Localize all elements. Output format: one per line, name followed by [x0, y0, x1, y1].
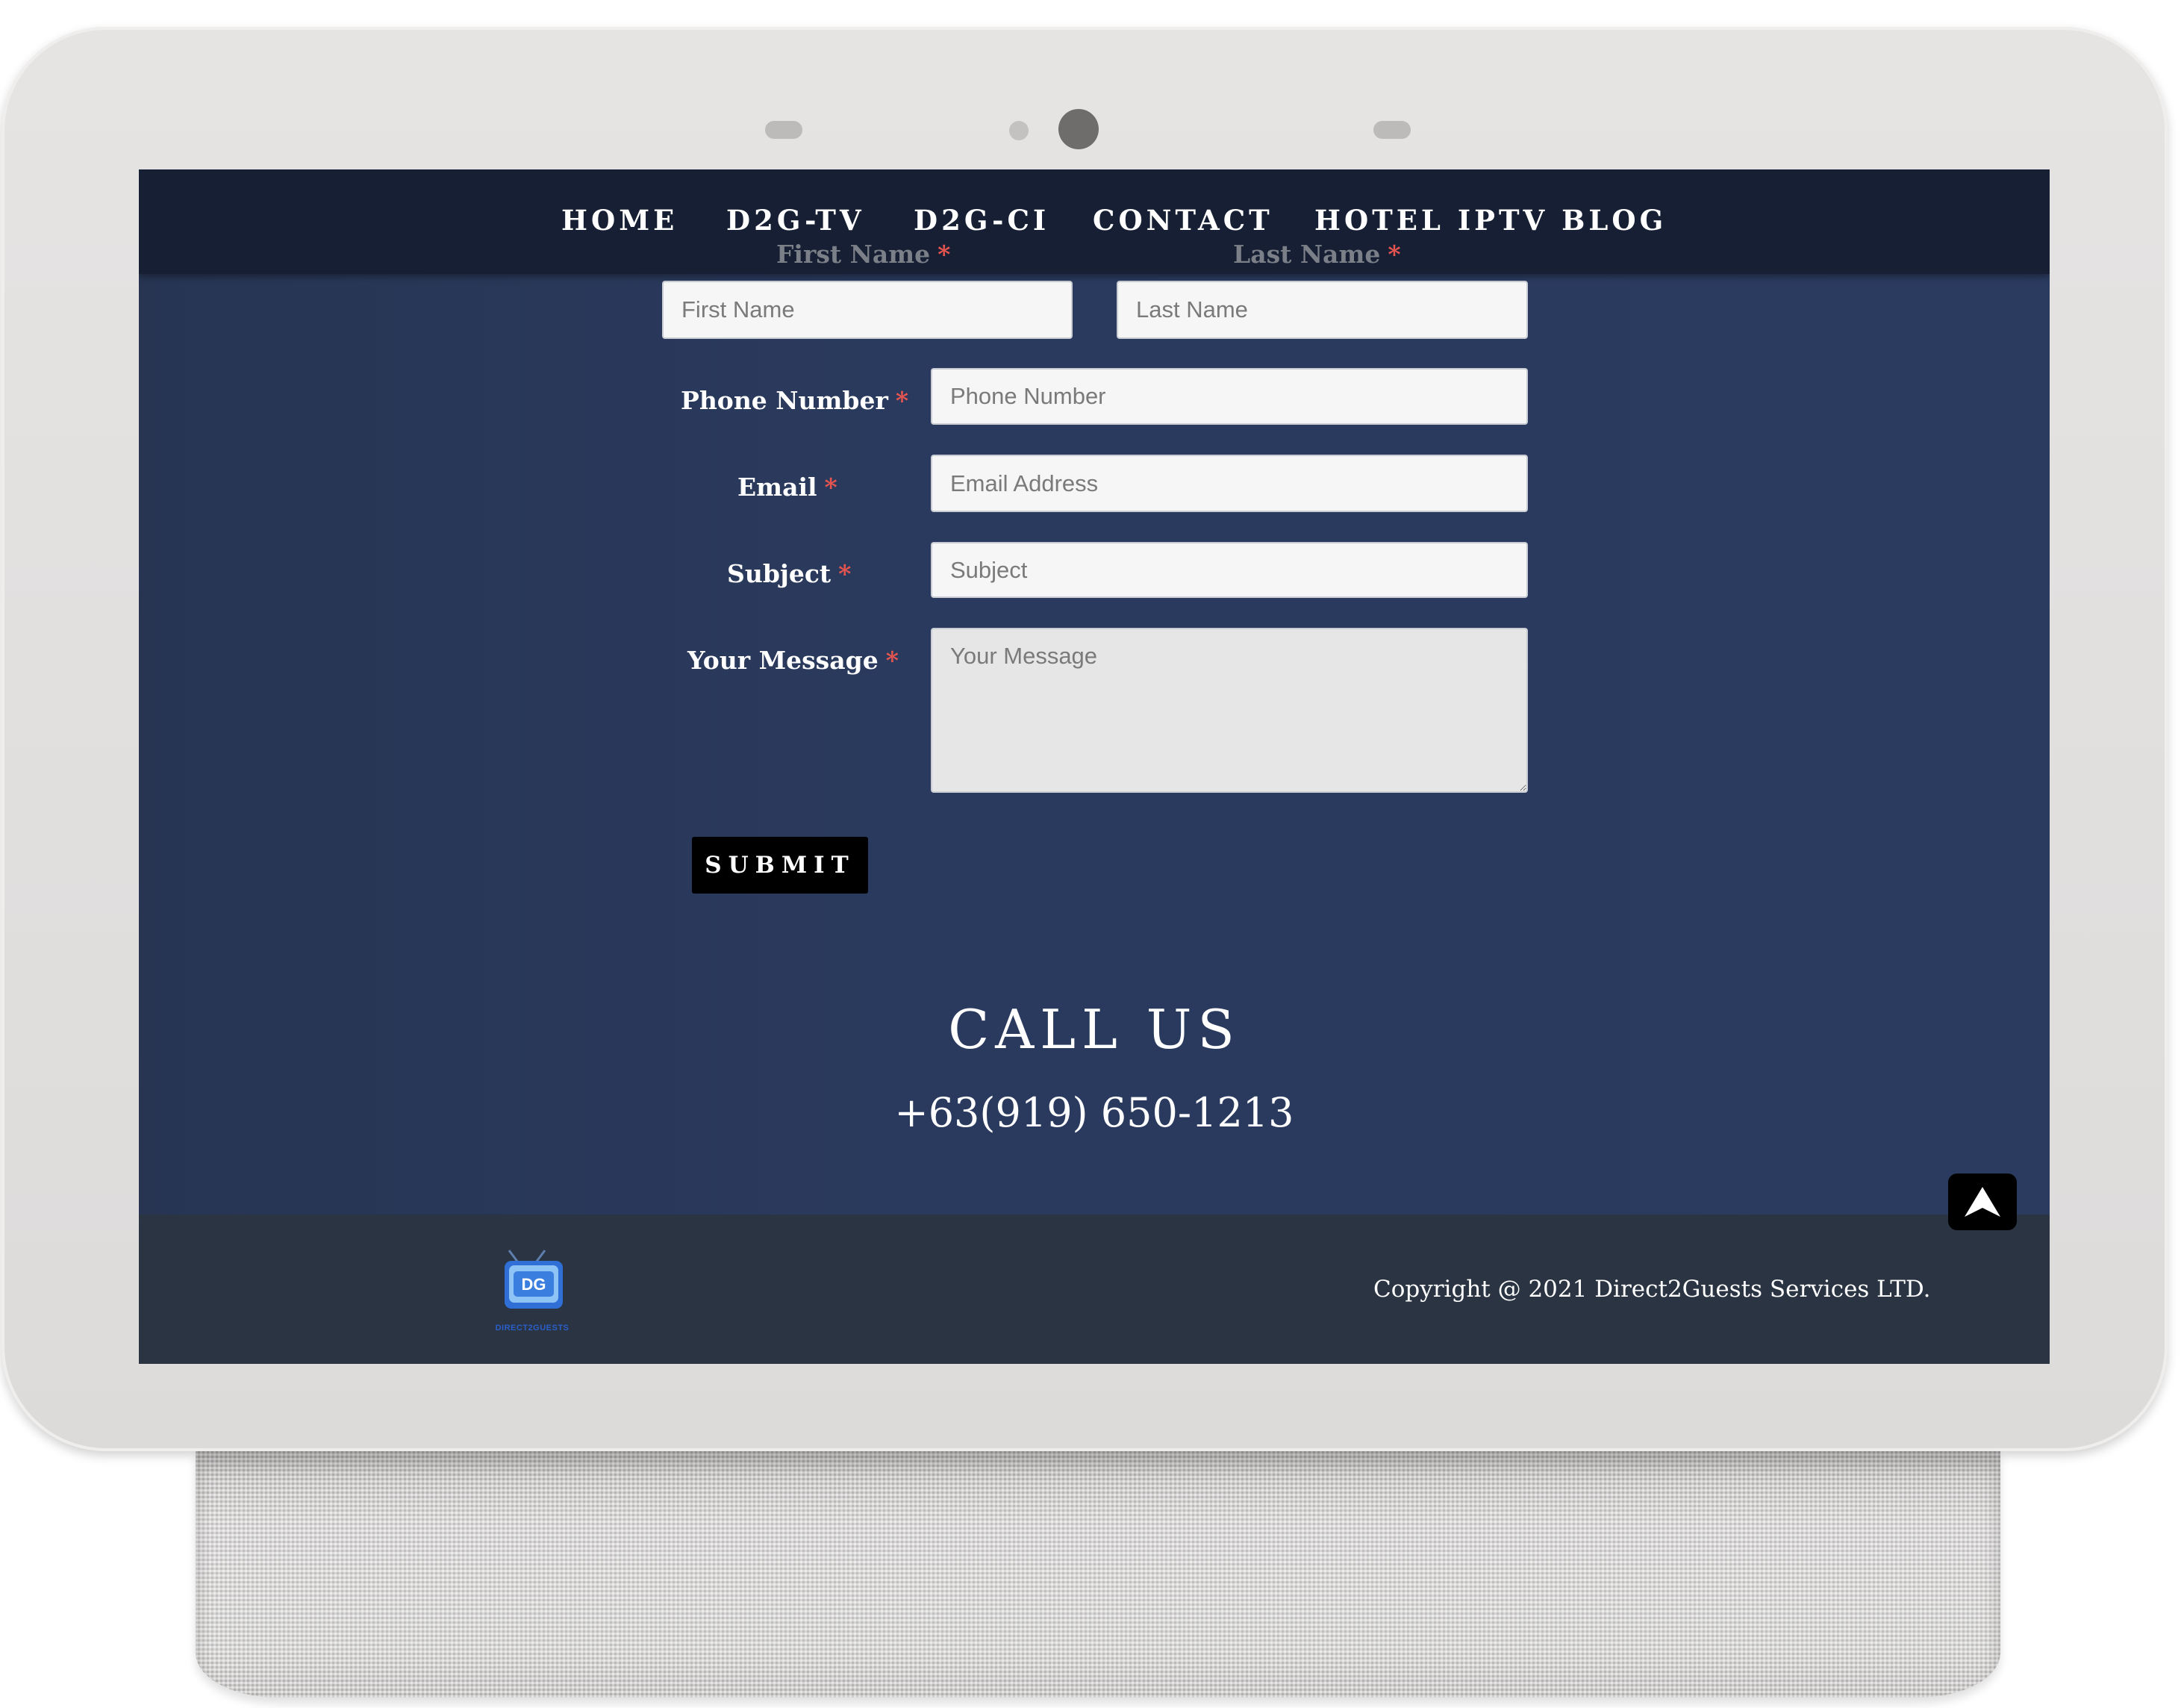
phone-label: Phone Number *: [681, 386, 909, 415]
svg-text:DG: DG: [522, 1275, 546, 1294]
camera: [1058, 109, 1099, 149]
nav-d2g-tv[interactable]: D2G-TV: [726, 204, 865, 237]
contact-section: First Name* Last Name* Phone Number* Ema…: [139, 169, 2050, 1215]
message-textarea[interactable]: [931, 628, 1528, 793]
light-sensor: [765, 121, 802, 139]
call-us-phone[interactable]: +63(919) 650-1213: [139, 1089, 2050, 1136]
nav-home[interactable]: HOME: [561, 204, 678, 237]
subject-label: Subject *: [727, 559, 852, 588]
email-label: Email *: [737, 473, 837, 502]
device-frame: First Name* Last Name* Phone Number* Ema…: [1, 27, 2168, 1451]
copyright-text: Copyright @ 2021 Direct2Guests Services …: [1373, 1276, 1931, 1303]
microphone: [1009, 121, 1029, 140]
call-us-heading: CALL US: [948, 998, 1241, 1061]
nav-d2g-ci[interactable]: D2G-CI: [914, 204, 1049, 237]
nav-contact[interactable]: CONTACT: [1093, 204, 1273, 237]
nav-hotel-iptv-blog[interactable]: HOTEL IPTV BLOG: [1314, 204, 1667, 237]
last-name-label: Last Name *: [1233, 240, 1401, 269]
message-label: Your Message *: [687, 646, 899, 675]
first-name-input[interactable]: [662, 281, 1073, 339]
footer: DG DIRECT2GUESTS Copyright @ 2021 Direct…: [139, 1215, 2050, 1364]
arrow-up-icon: [1965, 1187, 2000, 1217]
speaker-base: [196, 1451, 2000, 1698]
tv-logo-icon: DG: [505, 1250, 563, 1309]
email-input[interactable]: [931, 455, 1528, 512]
screen: First Name* Last Name* Phone Number* Ema…: [139, 169, 2050, 1364]
last-name-input[interactable]: [1117, 281, 1528, 339]
scroll-to-top-button[interactable]: [1948, 1174, 2017, 1230]
phone-input[interactable]: [931, 368, 1528, 425]
subject-input[interactable]: [931, 542, 1528, 598]
logo-wordmark: DIRECT2GUESTS: [495, 1324, 570, 1333]
submit-button[interactable]: SUBMIT: [692, 837, 868, 894]
first-name-label: First Name *: [776, 240, 951, 269]
site-logo[interactable]: DG DIRECT2GUESTS: [484, 1247, 581, 1337]
light-sensor: [1373, 121, 1411, 139]
top-navbar: HOME D2G-TV D2G-CI CONTACT HOTEL IPTV BL…: [139, 169, 2050, 274]
